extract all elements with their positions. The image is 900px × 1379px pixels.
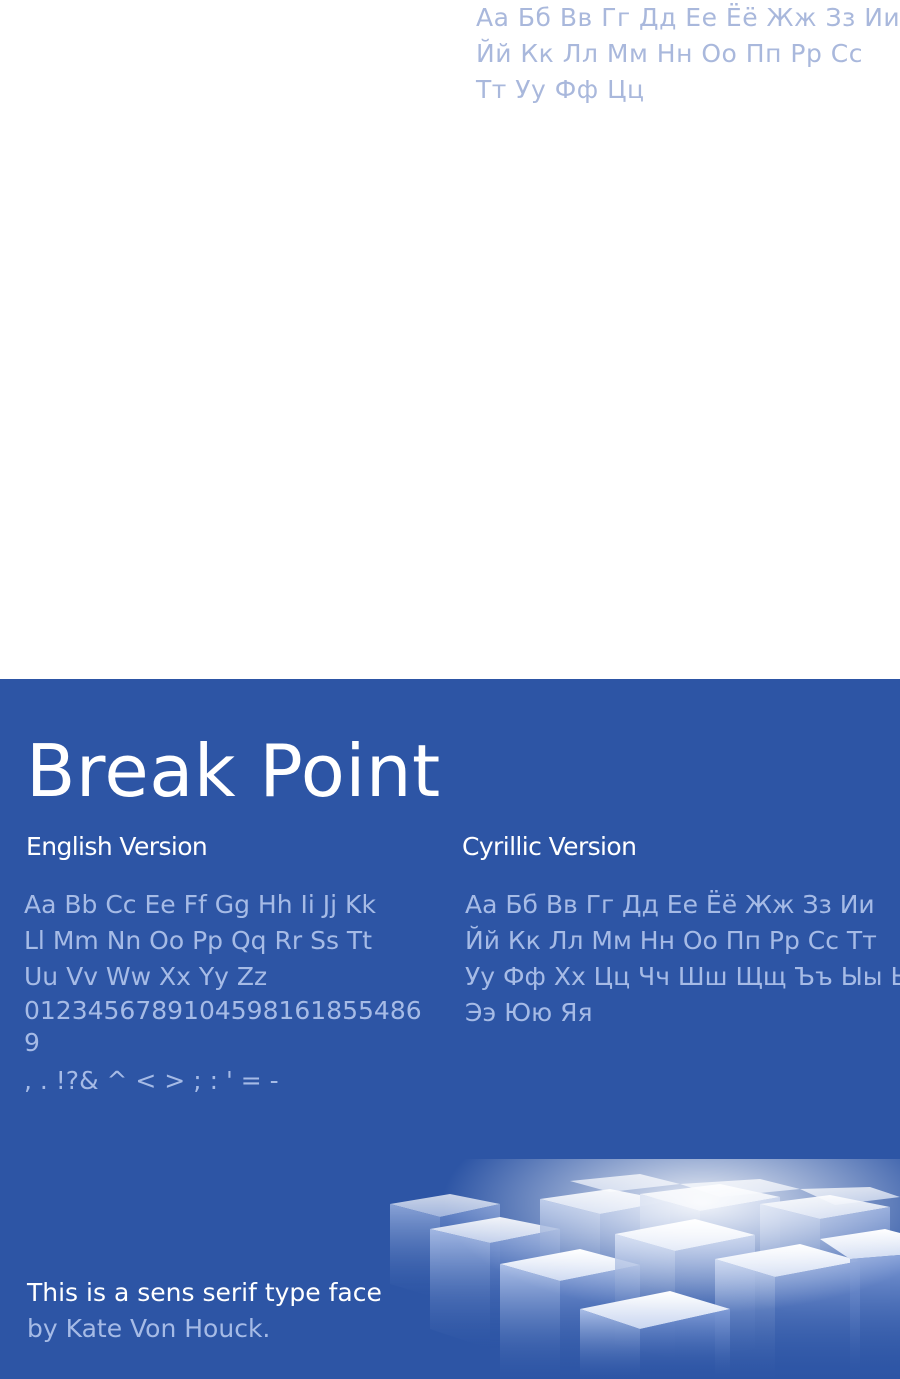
- cyrillic-version-heading: Cyrillic Version: [462, 832, 637, 861]
- cyrillic-line-2: Йй Кк Лл Мм Нн Оо Пп Рр Сс Тт: [465, 926, 877, 955]
- cubes-highlight: [380, 1159, 900, 1379]
- top-cyrillic-line-1: Аа Бб Вв Гг Дд Ее Ёё Жж Зз Ии: [476, 3, 900, 32]
- cyrillic-line-1: Аа Бб Вв Гг Дд Ее Ёё Жж Зз Ии: [465, 890, 875, 919]
- english-glyph-sample: Aa Bb Cc Ee Ff Gg Hh Ii Jj Kk Ll Mm Nn O…: [24, 887, 424, 1099]
- english-version-heading: English Version: [26, 832, 208, 861]
- font-title: Break Point: [26, 729, 441, 813]
- top-cyrillic-line-3: Тт Уу Фф Цц: [476, 75, 645, 104]
- cyrillic-glyph-sample: Аа Бб Вв Гг Дд Ее Ёё Жж Зз Ии Йй Кк Лл М…: [465, 887, 900, 1031]
- english-line-3: Uu Vv Ww Xx Yy Zz: [24, 962, 268, 991]
- cyrillic-line-3: Уу Фф Хх Цц Чч Шш Щщ Ъъ Ыы Ьь: [465, 962, 900, 991]
- cyrillic-line-4: Ээ Юю Яя: [465, 998, 593, 1027]
- top-cyrillic-line-2: Йй Кк Лл Мм Нн Оо Пп Рр Сс: [476, 39, 863, 68]
- numerals-line: 012345678910459816185548­69: [24, 996, 422, 1057]
- tagline: This is a sens serif type face by Kate V…: [27, 1275, 382, 1347]
- isometric-cubes-illustration: [380, 1159, 900, 1379]
- punctuation-line: , . !?& ^ < > ; : ' = -: [24, 1066, 279, 1095]
- english-line-2: Ll Mm Nn Oo Pp Qq Rr Ss Tt: [24, 926, 372, 955]
- english-line-1: Aa Bb Cc Ee Ff Gg Hh Ii Jj Kk: [24, 890, 376, 919]
- tagline-author: by Kate Von Houck.: [27, 1314, 271, 1343]
- tagline-description: This is a sens serif type face: [27, 1278, 382, 1307]
- top-cyrillic-sample: Аа Бб Вв Гг Дд Ее Ёё Жж Зз Ии Йй Кк Лл М…: [476, 0, 900, 108]
- poster-panel: Break Point English Version Cyrillic Ver…: [0, 679, 900, 1379]
